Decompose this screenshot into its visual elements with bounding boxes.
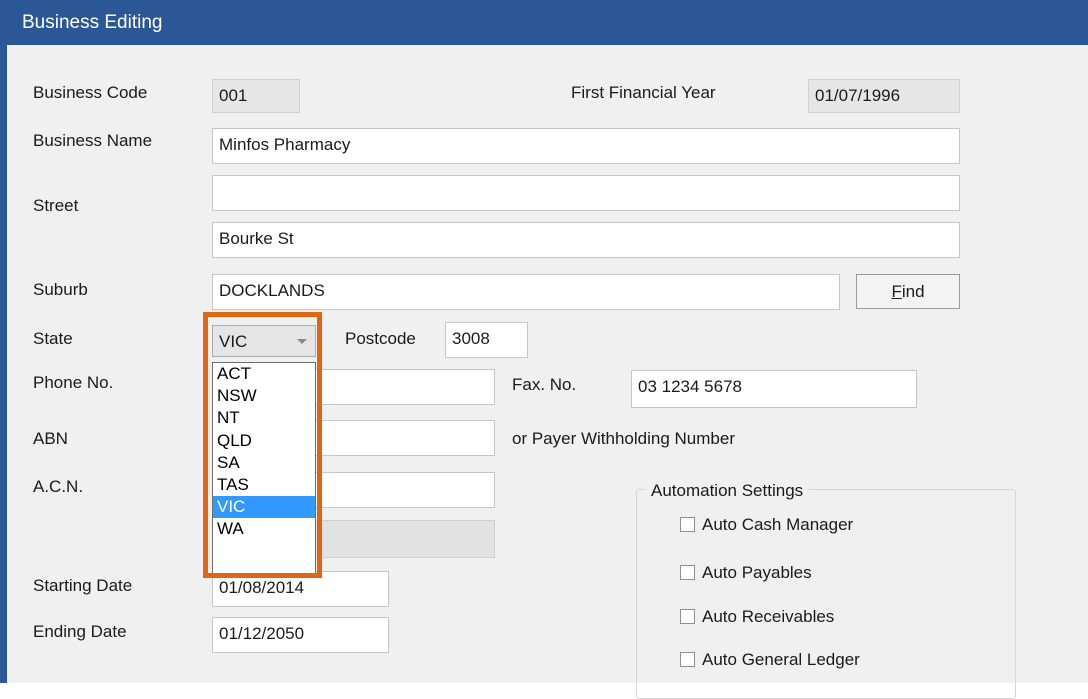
state-combobox[interactable]: VIC	[212, 325, 316, 357]
state-option-nsw[interactable]: NSW	[213, 385, 315, 407]
street-label: Street	[33, 196, 79, 215]
dropdown-arrow-icon[interactable]	[287, 326, 315, 356]
starting-date-label: Starting Date	[33, 576, 133, 595]
auto-general-ledger-label: Auto General Ledger	[702, 650, 860, 669]
title-bar: Business Editing	[0, 0, 1088, 45]
auto-receivables-checkbox[interactable]: Auto Receivables	[680, 607, 834, 627]
auto-payables-checkbox[interactable]: Auto Payables	[680, 563, 812, 583]
auto-general-ledger-checkbox[interactable]: Auto General Ledger	[680, 650, 860, 670]
state-option-qld[interactable]: QLD	[213, 430, 315, 452]
auto-cash-manager-label: Auto Cash Manager	[702, 515, 854, 534]
starting-date-field[interactable]: 01/08/2014	[212, 571, 389, 607]
state-option-wa[interactable]: WA	[213, 518, 315, 540]
find-button[interactable]: Find	[856, 274, 960, 309]
abn-label: ABN	[33, 429, 68, 448]
payer-withholding-label: or Payer Withholding Number	[512, 429, 735, 448]
business-name-field[interactable]: Minfos Pharmacy	[212, 128, 960, 164]
checkbox-icon[interactable]	[680, 565, 695, 580]
window-left-border	[0, 0, 7, 683]
fax-field[interactable]: 03 1234 5678	[631, 370, 917, 408]
suburb-field[interactable]: DOCKLANDS	[212, 274, 840, 310]
state-option-sa[interactable]: SA	[213, 452, 315, 474]
suburb-label: Suburb	[33, 280, 88, 299]
find-mnemonic: F	[891, 282, 902, 301]
auto-payables-label: Auto Payables	[702, 563, 812, 582]
phone-label: Phone No.	[33, 373, 114, 392]
checkbox-icon[interactable]	[680, 609, 695, 624]
checkbox-icon[interactable]	[680, 517, 695, 532]
business-name-label: Business Name	[33, 131, 153, 150]
state-option-vic[interactable]: VIC	[213, 496, 315, 519]
fax-label: Fax. No.	[512, 375, 577, 394]
street-line2-field[interactable]: Bourke St	[212, 222, 960, 258]
postcode-field[interactable]: 3008	[445, 322, 528, 358]
state-option-tas[interactable]: TAS	[213, 474, 315, 496]
business-code-label: Business Code	[33, 83, 148, 102]
auto-cash-manager-checkbox[interactable]: Auto Cash Manager	[680, 515, 853, 535]
state-dropdown-list: ACT NSW NT QLD SA TAS VIC WA	[212, 362, 316, 574]
state-selected-value: VIC	[219, 332, 248, 351]
window-title: Business Editing	[22, 12, 163, 33]
automation-settings-title: Automation Settings	[645, 481, 810, 501]
checkbox-icon[interactable]	[680, 652, 695, 667]
state-option-nt[interactable]: NT	[213, 407, 315, 429]
first-financial-year-label: First Financial Year	[571, 83, 716, 102]
postcode-label: Postcode	[345, 329, 416, 348]
acn-label: A.C.N.	[33, 477, 84, 496]
auto-receivables-label: Auto Receivables	[702, 607, 835, 626]
first-financial-year-field[interactable]: 01/07/1996	[808, 79, 960, 113]
find-label: ind	[901, 282, 925, 301]
ending-date-field[interactable]: 01/12/2050	[212, 617, 389, 653]
business-editing-window: Business Editing Business Code 001 First…	[0, 0, 1088, 699]
state-label: State	[33, 329, 73, 348]
ending-date-label: Ending Date	[33, 622, 127, 641]
street-line1-field[interactable]	[212, 175, 960, 211]
state-option-act[interactable]: ACT	[213, 363, 315, 385]
business-code-field[interactable]: 001	[212, 79, 300, 113]
